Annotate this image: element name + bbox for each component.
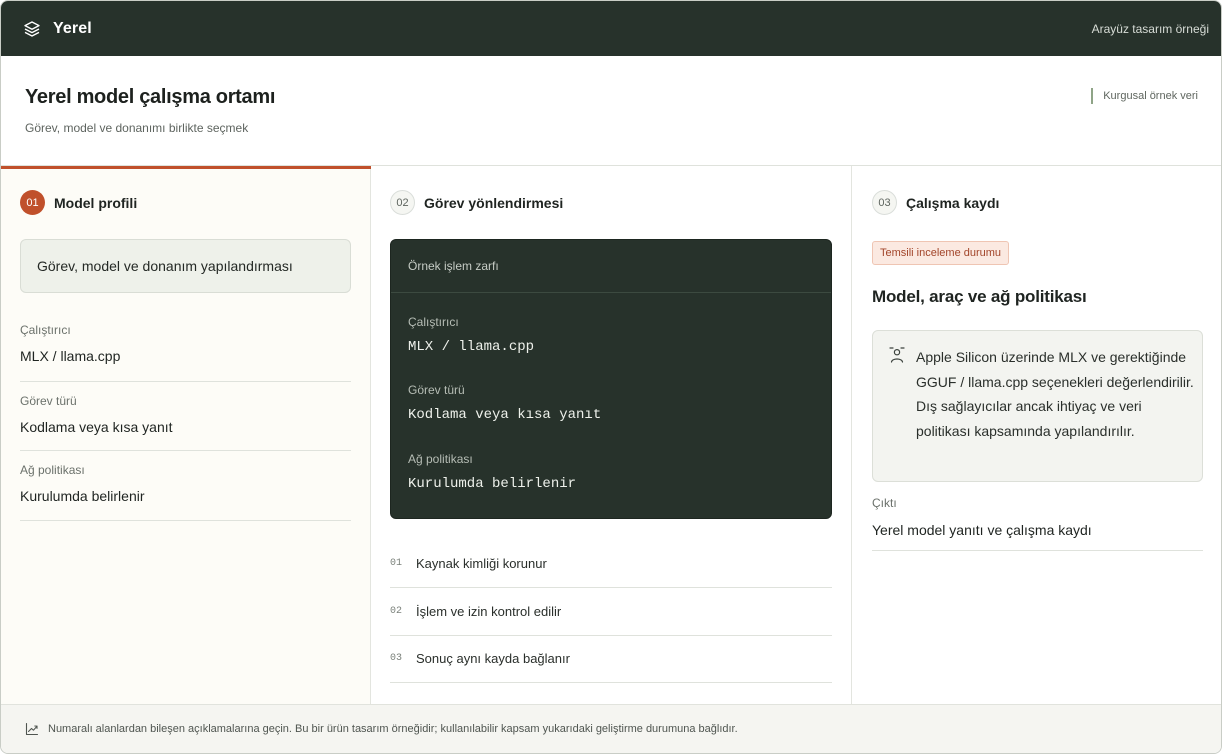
status-badge: Temsili inceleme durumu [872,241,1010,265]
card-item-runner: Çalıştırıcı MLX / llama.cpp [408,315,534,355]
section-header-log[interactable]: 03 Çalışma kaydı [872,190,999,215]
list-item[interactable]: 02 İşlem ve izin kontrol edilir [390,588,832,636]
section-header-profile[interactable]: 01 Model profili [20,190,137,215]
footer-text: Numaralı alanlardan bileşen açıklamaları… [48,723,738,735]
app-window: Yerel Arayüz tasarım örneği Yerel model … [0,0,1222,754]
field-value: Yerel model yanıtı ve çalışma kaydı [872,522,1092,538]
policy-note-text: Apple Silicon üzerinde MLX ve gerektiğin… [916,349,1194,439]
sample-data-tag: Kurgusal örnek veri [1091,88,1198,104]
step-text: Sonuç aynı kayda bağlanır [416,651,570,666]
card-item-label: Çalıştırıcı [408,315,459,329]
model-profile-panel: 01 Model profili Görev, model ve donanım… [1,166,371,704]
page-header: Yerel model çalışma ortamı Görev, model … [1,56,1221,166]
section-number-badge: 02 [390,190,415,215]
section-title: Model profili [54,194,138,211]
field-label: Ağ politikası [20,463,85,477]
section-title: Çalışma kaydı [906,194,1000,211]
layers-icon [23,20,41,38]
card-title: Örnek işlem zarfı [391,240,831,293]
trend-chart-icon [25,722,39,736]
config-summary-box[interactable]: Görev, model ve donanım yapılandırması [20,239,351,293]
policy-note-box: Apple Silicon üzerinde MLX ve gerektiğin… [872,330,1203,482]
page-subtitle: Görev, model ve donanımı birlikte seçmek [25,121,249,135]
section-number-badge: 03 [872,190,897,215]
section-number-badge: 01 [20,190,45,215]
page-title: Yerel model çalışma ortamı [25,86,276,108]
top-bar: Yerel Arayüz tasarım örneği [1,1,1221,56]
card-item-label: Görev türü [408,383,465,397]
step-number: 03 [390,653,403,664]
operation-envelope-card: Örnek işlem zarfı Çalıştırıcı MLX / llam… [390,239,832,519]
field-label: Görev türü [20,394,77,408]
step-number: 02 [390,606,403,617]
run-log-panel: 03 Çalışma kaydı Temsili inceleme durumu… [852,166,1221,704]
footer: Numaralı alanlardan bileşen açıklamaları… [1,704,1221,753]
list-item[interactable]: 03 Sonuç aynı kayda bağlanır [390,635,832,683]
field-label: Çalıştırıcı [20,323,71,337]
field-value: Kodlama veya kısa yanıt [20,419,173,435]
card-item-label: Ağ politikası [408,452,473,466]
brand[interactable]: Yerel [23,20,92,38]
policy-title: Model, araç ve ağ politikası [872,287,1087,306]
card-item-network-policy: Ağ politikası Kurulumda belirlenir [408,452,576,492]
field-task-type: Görev türü Kodlama veya kısa yanıt [20,394,351,451]
field-runner: Çalıştırıcı MLX / llama.cpp [20,323,351,382]
card-item-value: Kurulumda belirlenir [408,476,577,492]
step-text: İşlem ve izin kontrol edilir [416,604,562,619]
card-item-value: Kodlama veya kısa yanıt [408,407,602,423]
field-label: Çıktı [872,496,897,510]
field-value: MLX / llama.cpp [20,348,121,364]
step-number: 01 [390,558,403,569]
person-icon [888,346,906,369]
card-item-task-type: Görev türü Kodlama veya kısa yanıt [408,383,601,423]
app-name: Yerel [53,19,92,37]
output-field: Çıktı Yerel model yanıtı ve çalışma kayd… [872,496,1203,551]
list-item[interactable]: 01 Kaynak kimliği korunur [390,540,832,588]
top-right-label: Arayüz tasarım örneği [1091,21,1209,36]
section-header-routing[interactable]: 02 Görev yönlendirmesi [390,190,563,215]
section-title: Görev yönlendirmesi [424,194,564,211]
field-value: Kurulumda belirlenir [20,488,145,504]
task-routing-panel: 02 Görev yönlendirmesi Örnek işlem zarfı… [371,166,852,704]
field-network-policy: Ağ politikası Kurulumda belirlenir [20,463,351,521]
card-item-value: MLX / llama.cpp [408,339,535,355]
step-text: Kaynak kimliği korunur [416,556,547,571]
